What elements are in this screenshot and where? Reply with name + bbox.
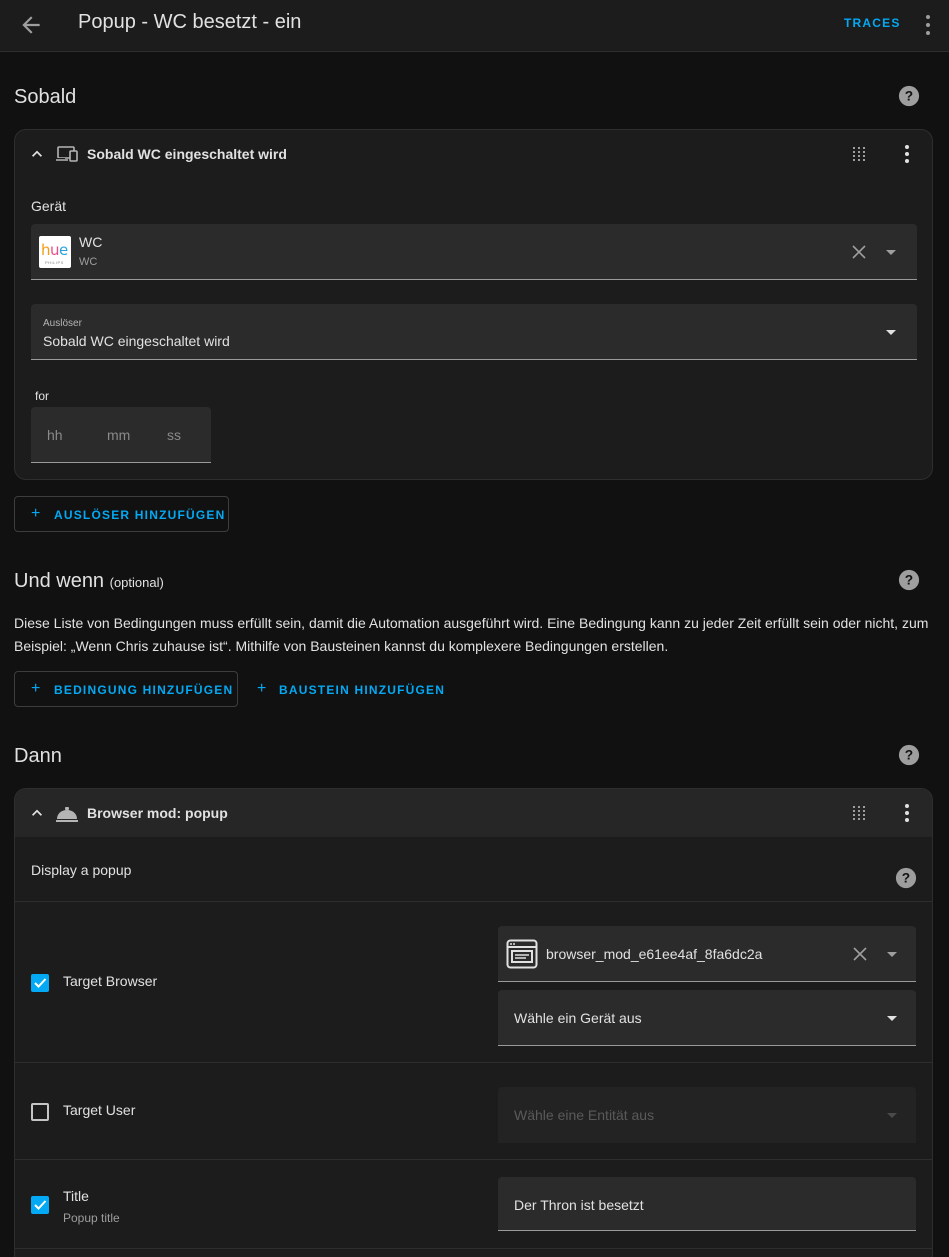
plus-icon: + xyxy=(31,505,41,522)
help-circle-icon[interactable]: ? xyxy=(898,85,920,107)
menu-down-icon xyxy=(887,1113,897,1118)
hue-logo: hue PHILIPS xyxy=(39,236,71,268)
menu-down-icon[interactable] xyxy=(882,1008,902,1028)
triggers-section-title: Sobald xyxy=(14,86,77,108)
plus-icon: + xyxy=(31,680,41,697)
hue-logo-sub: PHILIPS xyxy=(45,260,64,265)
target-browser-entity-value: browser_mod_e61ee4af_8fa6dc2a xyxy=(546,946,763,962)
target-browser-entity-picker[interactable]: browser_mod_e61ee4af_8fa6dc2a xyxy=(498,926,916,982)
web-box-icon xyxy=(506,939,538,969)
device-label: Gerät xyxy=(31,198,67,214)
action-card: Browser mod: popup Display a popup ? Tar… xyxy=(14,788,933,1257)
hue-logo-text: hue xyxy=(41,241,68,259)
for-label: for xyxy=(35,389,50,403)
actions-section-title: Dann xyxy=(14,745,62,767)
app-header: Popup - WC besetzt - ein TRACES xyxy=(0,0,949,52)
add-trigger-button[interactable]: + AUSLÖSER HINZUFÜGEN xyxy=(14,496,229,532)
action-description: Display a popup xyxy=(31,862,132,878)
chevron-up-icon[interactable] xyxy=(27,144,47,164)
page-title: Popup - WC besetzt - ein xyxy=(78,11,302,33)
trigger-type-value: Sobald WC eingeschaltet wird xyxy=(43,333,230,349)
device-name: WC xyxy=(79,234,103,250)
title-checkbox[interactable] xyxy=(31,1196,49,1214)
action-card-header[interactable]: Browser mod: popup xyxy=(15,789,932,837)
hours-input[interactable]: hh xyxy=(47,427,63,443)
dots-vertical-icon[interactable] xyxy=(899,142,915,166)
devices-icon xyxy=(56,146,78,162)
help-circle-icon[interactable]: ? xyxy=(898,744,920,766)
conditions-description: Diese Liste von Bedingungen muss erfüllt… xyxy=(14,612,939,658)
conditions-title-text: Und wenn xyxy=(14,570,105,592)
trigger-card-title: Sobald WC eingeschaltet wird xyxy=(87,146,287,162)
divider xyxy=(15,1062,932,1063)
minutes-input[interactable]: mm xyxy=(107,427,130,443)
trigger-type-select[interactable]: Auslöser Sobald WC eingeschaltet wird xyxy=(31,304,917,360)
traces-button[interactable]: TRACES xyxy=(844,16,901,30)
duration-input[interactable]: hh mm ss xyxy=(31,407,211,463)
conditions-description-line1: Diese Liste von Bedingungen muss erfüllt… xyxy=(14,615,929,631)
add-building-block-button[interactable]: + BAUSTEIN HINZUFÜGEN xyxy=(240,671,450,707)
svg-text:?: ? xyxy=(902,871,910,886)
target-browser-label: Target Browser xyxy=(63,973,158,989)
dots-vertical-icon[interactable] xyxy=(899,801,915,825)
title-label: Title xyxy=(63,1188,89,1204)
target-browser-device-picker[interactable]: Wähle ein Gerät aus xyxy=(498,990,916,1046)
svg-text:?: ? xyxy=(905,89,913,104)
seconds-input[interactable]: ss xyxy=(167,427,181,443)
add-condition-button[interactable]: + BEDINGUNG HINZUFÜGEN xyxy=(14,671,238,707)
title-input-value: Der Thron ist besetzt xyxy=(514,1197,644,1213)
bell-icon xyxy=(56,807,78,822)
divider xyxy=(15,1248,932,1249)
svg-text:?: ? xyxy=(905,748,913,763)
plus-icon: + xyxy=(257,680,267,697)
conditions-section-title: Und wenn (optional) xyxy=(14,570,164,593)
trigger-type-label: Auslöser xyxy=(43,318,82,329)
svg-text:?: ? xyxy=(905,573,913,588)
help-circle-icon[interactable]: ? xyxy=(895,867,917,889)
divider xyxy=(15,1159,932,1160)
menu-down-icon[interactable] xyxy=(882,944,902,964)
target-user-label: Target User xyxy=(63,1102,136,1118)
divider xyxy=(15,901,932,902)
drag-icon[interactable] xyxy=(851,146,867,162)
help-circle-icon[interactable]: ? xyxy=(898,569,920,591)
close-icon[interactable] xyxy=(850,944,870,964)
target-user-placeholder: Wähle eine Entität aus xyxy=(514,1107,655,1123)
device-area: WC xyxy=(79,256,98,268)
title-input[interactable]: Der Thron ist besetzt xyxy=(498,1177,916,1231)
add-condition-label: BEDINGUNG HINZUFÜGEN xyxy=(54,683,234,697)
optional-tag: (optional) xyxy=(109,575,164,590)
drag-icon[interactable] xyxy=(851,805,867,821)
dots-vertical-icon[interactable] xyxy=(920,12,936,38)
trigger-card: Sobald WC eingeschaltet wird Gerät hue P… xyxy=(14,129,933,480)
trigger-card-header[interactable]: Sobald WC eingeschaltet wird xyxy=(15,130,932,178)
target-user-entity-picker: Wähle eine Entität aus xyxy=(498,1087,916,1143)
add-building-block-label: BAUSTEIN HINZUFÜGEN xyxy=(279,683,446,697)
target-browser-checkbox[interactable] xyxy=(31,974,49,992)
target-user-checkbox[interactable] xyxy=(31,1103,49,1121)
title-sublabel: Popup title xyxy=(63,1211,120,1225)
close-icon[interactable] xyxy=(849,242,869,262)
arrow-left-icon[interactable] xyxy=(18,12,44,38)
conditions-description-line2: Beispiel: „Wenn Chris zuhause ist“. Mith… xyxy=(14,638,669,654)
add-trigger-label: AUSLÖSER HINZUFÜGEN xyxy=(54,508,226,522)
device-picker-placeholder: Wähle ein Gerät aus xyxy=(514,1010,642,1026)
menu-down-icon[interactable] xyxy=(881,322,901,342)
menu-down-icon[interactable] xyxy=(881,242,901,262)
action-card-title: Browser mod: popup xyxy=(87,805,228,821)
chevron-up-icon[interactable] xyxy=(27,803,47,823)
device-picker[interactable]: hue PHILIPS WC WC xyxy=(31,224,917,280)
